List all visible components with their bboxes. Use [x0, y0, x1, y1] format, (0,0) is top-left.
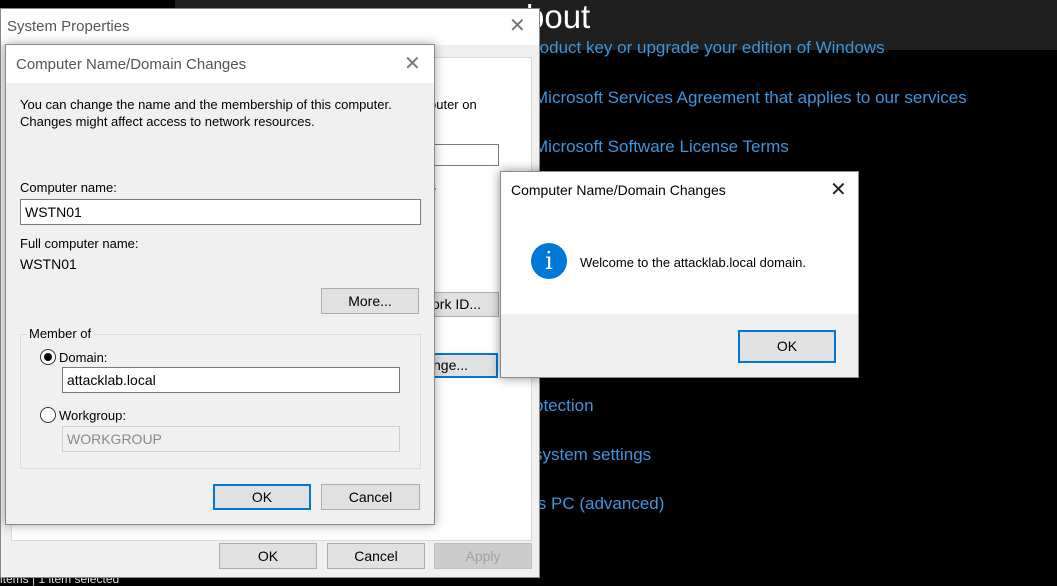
sysprops-ok-button[interactable]: OK	[219, 543, 317, 569]
domain-input[interactable]: attacklab.local	[62, 367, 400, 393]
computer-name-input[interactable]: WSTN01	[20, 199, 421, 225]
workgroup-radio[interactable]	[40, 407, 56, 423]
domain-changes-dialog: Computer Name/Domain Changes ✕ You can c…	[5, 44, 435, 525]
link-services-agreement[interactable]: Microsoft Services Agreement that applie…	[534, 88, 967, 108]
link-pc-advanced[interactable]: is PC (advanced)	[534, 494, 664, 514]
message-box-footer: OK	[501, 314, 858, 377]
workgroup-input[interactable]: WORKGROUP	[62, 426, 400, 452]
system-properties-titlebar[interactable]: System Properties ✕	[1, 9, 539, 45]
close-icon[interactable]: ✕	[509, 13, 526, 38]
workgroup-label: Workgroup:	[59, 408, 126, 423]
dialog-ok-button[interactable]: OK	[213, 484, 311, 510]
description-line-1: You can change the name and the membersh…	[20, 97, 392, 112]
domain-radio[interactable]	[40, 349, 56, 365]
sysprops-apply-button[interactable]: Apply	[434, 543, 532, 569]
link-system-settings[interactable]: system settings	[534, 445, 651, 465]
link-product-key[interactable]: roduct key or upgrade your edition of Wi…	[534, 38, 885, 58]
domain-label: Domain:	[59, 350, 108, 365]
computer-name-label: Computer name:	[20, 180, 117, 195]
description-line-2: Changes might affect access to network r…	[20, 114, 315, 129]
member-of-label: Member of	[26, 326, 95, 341]
full-name-value: WSTN01	[20, 256, 77, 272]
welcome-ok-button[interactable]: OK	[738, 330, 836, 363]
full-name-label: Full computer name:	[20, 236, 139, 251]
message-box-title: Computer Name/Domain Changes	[511, 182, 726, 198]
computer-description-field[interactable]	[425, 144, 499, 166]
welcome-message-box: Computer Name/Domain Changes ✕ i Welcome…	[500, 171, 859, 378]
dialog-cancel-button[interactable]: Cancel	[321, 484, 420, 510]
link-license-terms[interactable]: Microsoft Software License Terms	[534, 137, 789, 157]
close-icon[interactable]: ✕	[404, 51, 421, 76]
welcome-message: Welcome to the attacklab.local domain.	[580, 255, 806, 270]
change-button[interactable]: nge...	[425, 353, 498, 378]
dialog-title: Computer Name/Domain Changes	[16, 56, 247, 73]
description-fragment: puter on	[429, 97, 477, 112]
more-button[interactable]: More...	[321, 288, 419, 314]
domain-dialog-titlebar[interactable]: Computer Name/Domain Changes ✕	[6, 45, 434, 83]
info-icon: i	[531, 243, 567, 279]
close-icon[interactable]: ✕	[830, 177, 847, 202]
window-title: System Properties	[7, 18, 130, 35]
sysprops-cancel-button[interactable]: Cancel	[327, 543, 425, 569]
network-id-button[interactable]: ork ID...	[425, 292, 499, 317]
link-protection[interactable]: otection	[534, 396, 594, 416]
